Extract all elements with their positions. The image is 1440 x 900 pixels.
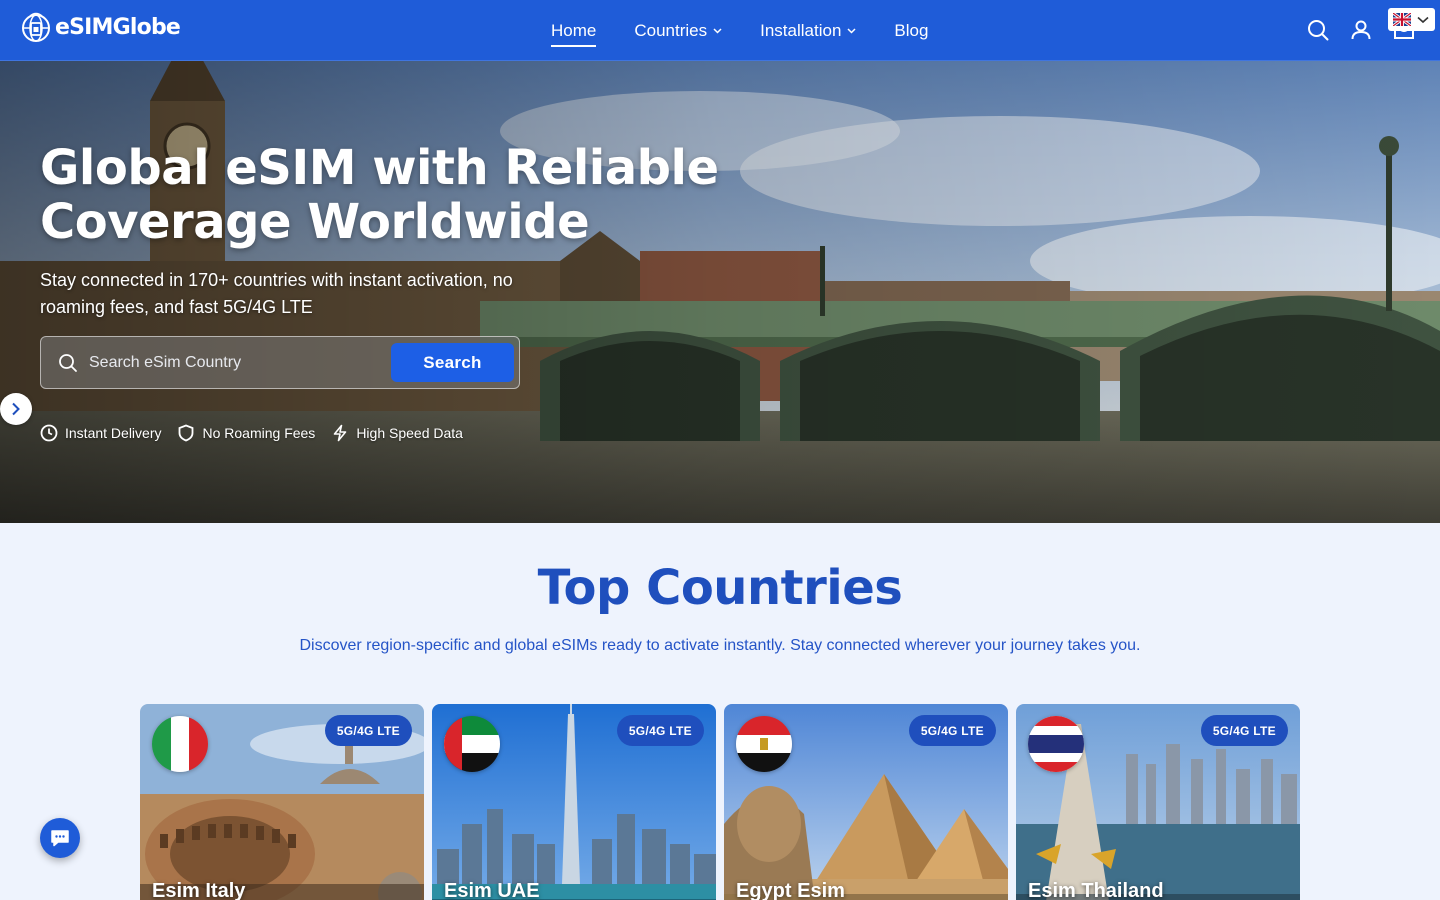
globe-sim-icon — [22, 12, 50, 42]
chat-bubble-icon — [51, 830, 69, 847]
country-card-italy[interactable]: 5G/4G LTE Esim Italy — [140, 704, 424, 900]
nav-countries[interactable]: Countries — [634, 0, 722, 61]
search-icon[interactable] — [1306, 18, 1330, 42]
country-card-uae[interactable]: 5G/4G LTE Esim UAE — [432, 704, 716, 900]
uk-flag-icon — [1393, 13, 1411, 26]
country-name: Egypt Esim — [736, 880, 845, 900]
country-card-egypt[interactable]: 5G/4G LTE Egypt Esim — [724, 704, 1008, 900]
network-badge: 5G/4G LTE — [908, 715, 996, 746]
nav-blog[interactable]: Blog — [894, 0, 928, 61]
nav-countries-label: Countries — [634, 20, 708, 40]
logo[interactable]: eSIMGlobe — [21, 11, 181, 43]
hero-section: Global eSIM with Reliable Coverage World… — [0, 61, 1440, 523]
egypt-flag-icon — [736, 716, 792, 772]
country-search: Search — [40, 336, 520, 389]
feature-instant-delivery: Instant Delivery — [40, 424, 161, 442]
nav-installation[interactable]: Installation — [760, 0, 856, 61]
language-selector[interactable] — [1388, 8, 1435, 31]
hero-features: Instant Delivery No Roaming Fees High Sp… — [40, 424, 479, 442]
network-badge: 5G/4G LTE — [616, 715, 704, 746]
search-button[interactable]: Search — [391, 343, 514, 382]
slider-next-button[interactable] — [0, 393, 32, 425]
feature-label: High Speed Data — [356, 425, 463, 441]
user-icon[interactable] — [1349, 18, 1373, 42]
lightning-icon — [334, 424, 347, 442]
top-countries-title: Top Countries — [537, 560, 903, 616]
nav-blog-label: Blog — [894, 20, 929, 40]
country-name: Esim Thailand — [1028, 880, 1164, 900]
top-countries-description: Discover region-specific and global eSIM… — [299, 637, 1141, 654]
chevron-right-icon — [12, 402, 20, 416]
nav-installation-label: Installation — [760, 20, 842, 40]
nav-home-label: Home — [551, 20, 597, 40]
country-name: Esim Italy — [152, 880, 246, 900]
search-input[interactable] — [89, 347, 379, 379]
country-cards: 5G/4G LTE Esim Italy 5G/4G LTE Esim UAE — [140, 704, 1300, 900]
country-name: Esim UAE — [444, 880, 540, 900]
country-card-thailand[interactable]: 5G/4G LTE Esim Thailand — [1016, 704, 1300, 900]
feature-no-roaming: No Roaming Fees — [177, 424, 315, 442]
clock-icon — [40, 424, 58, 442]
thailand-flag-icon — [1028, 716, 1084, 772]
feature-high-speed: High Speed Data — [331, 424, 463, 442]
chat-widget-button[interactable] — [40, 818, 80, 858]
hero-subtitle: Stay connected in 170+ countries with in… — [40, 270, 513, 317]
feature-label: No Roaming Fees — [202, 425, 316, 441]
italy-flag-icon — [152, 716, 208, 772]
search-icon — [59, 354, 77, 372]
shield-icon — [179, 424, 194, 442]
network-badge: 5G/4G LTE — [324, 715, 412, 746]
feature-label: Instant Delivery — [65, 425, 162, 441]
uae-flag-icon — [444, 716, 500, 772]
main-nav: Home Countries Installation Blog — [551, 0, 928, 61]
chevron-down-icon — [713, 27, 722, 34]
hero-title: Global eSIM with Reliable Coverage World… — [40, 140, 719, 250]
chevron-down-icon — [1417, 16, 1429, 23]
brand-name: eSIMGlobe — [55, 14, 181, 40]
nav-home[interactable]: Home — [551, 0, 597, 61]
network-badge: 5G/4G LTE — [1200, 715, 1288, 746]
site-header: eSIMGlobe Home Countries Installation Bl… — [0, 0, 1440, 61]
chevron-down-icon — [847, 27, 856, 34]
